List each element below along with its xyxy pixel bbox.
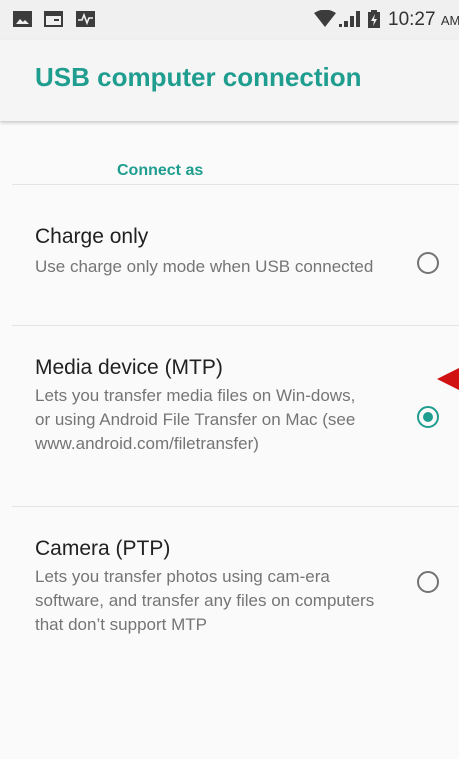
option-camera-ptp[interactable]: Camera (PTP) Lets you transfer photos us… xyxy=(0,507,459,647)
status-clock: 10:27 AM xyxy=(388,9,459,30)
option-description: Lets you transfer photos using cam-era s… xyxy=(35,567,375,634)
section-header-connect-as: Connect as xyxy=(117,162,204,179)
radio-selected-dot xyxy=(423,412,433,422)
option-media-device-mtp[interactable]: Media device (MTP) Lets you transfer med… xyxy=(0,326,459,506)
option-title: Camera (PTP) xyxy=(35,537,171,560)
battery-icon xyxy=(368,10,380,28)
image-icon xyxy=(13,11,32,27)
activity-icon xyxy=(76,11,95,27)
option-description: Lets you transfer media files on Win-dow… xyxy=(35,386,356,453)
signal-icon xyxy=(339,11,360,27)
radio-charge-only[interactable] xyxy=(417,252,439,274)
app-bar: USB computer connection xyxy=(0,40,459,121)
annotation-arrow-icon xyxy=(437,368,459,390)
option-title: Charge only xyxy=(35,225,149,248)
status-bar: 10:27 AM xyxy=(0,0,459,40)
option-charge-only[interactable]: Charge only Use charge only mode when US… xyxy=(0,185,459,325)
radio-media-device-mtp[interactable] xyxy=(417,406,439,428)
option-title: Media device (MTP) xyxy=(35,356,223,379)
page-title: USB computer connection xyxy=(35,62,362,92)
radio-camera-ptp[interactable] xyxy=(417,571,439,593)
wifi-icon xyxy=(314,10,336,27)
calendar-card-icon xyxy=(44,11,63,27)
option-description: Use charge only mode when USB connected xyxy=(35,257,374,276)
